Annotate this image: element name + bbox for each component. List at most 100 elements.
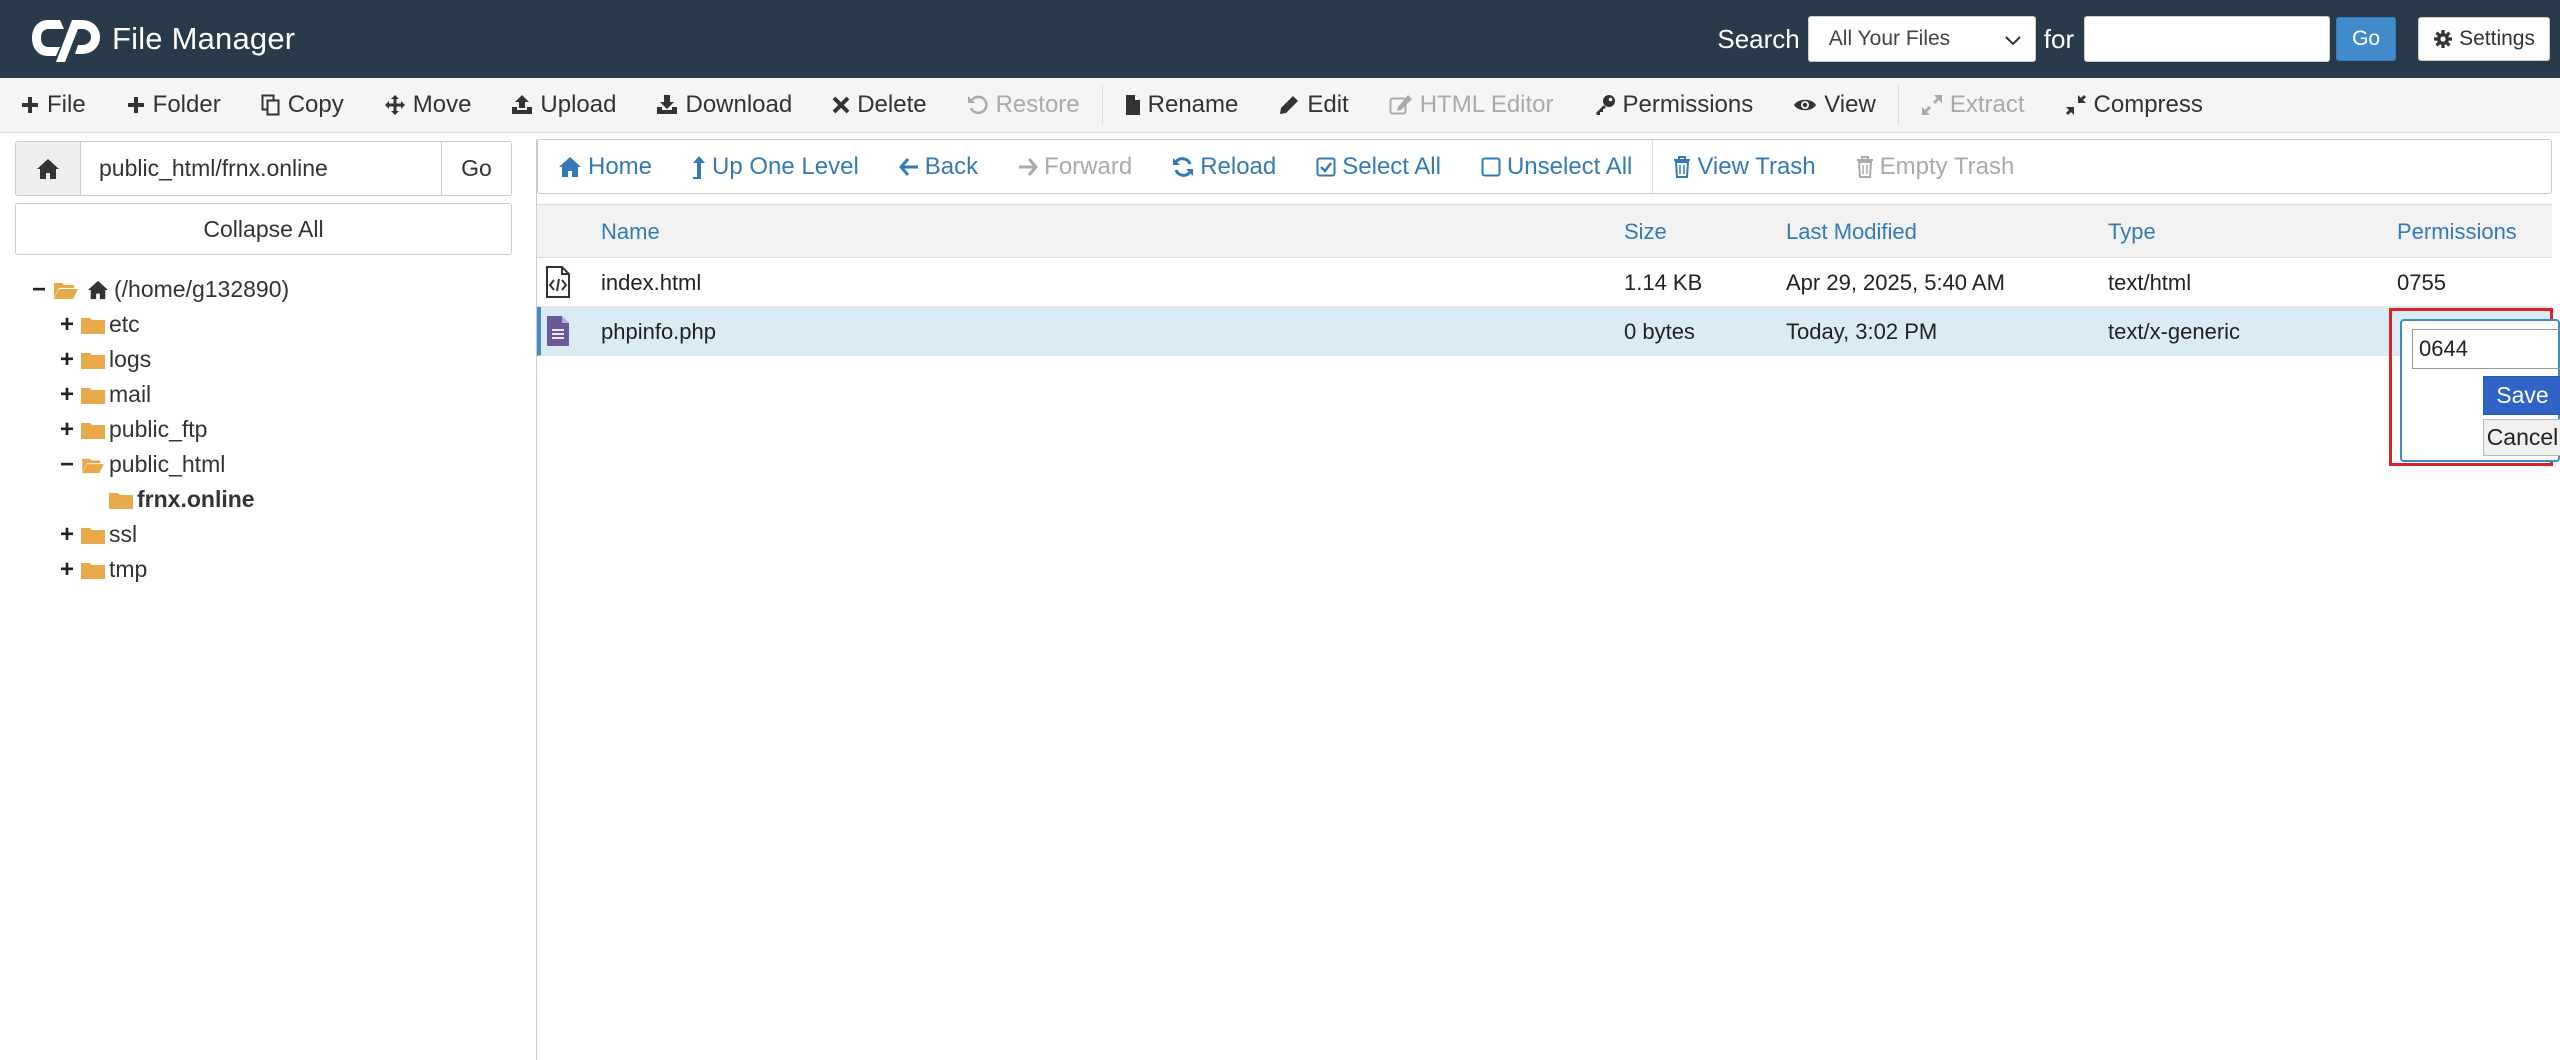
rename-button[interactable]: Rename — [1105, 78, 1259, 133]
collapse-toggle-icon[interactable]: − — [56, 451, 78, 479]
permissions-button[interactable]: Permissions — [1574, 78, 1774, 133]
tree-label-frnx-online[interactable]: frnx.online — [137, 486, 255, 513]
tree-label-mail[interactable]: mail — [109, 381, 151, 408]
permissions-editor: 0644 Save Cancel — [2400, 319, 2560, 462]
new-file-button[interactable]: File — [0, 78, 106, 133]
expand-toggle-icon[interactable]: + — [56, 521, 78, 549]
path-go-button[interactable]: Go — [441, 142, 511, 195]
reload-label: Reload — [1200, 152, 1277, 180]
expand-toggle-icon[interactable]: + — [56, 346, 78, 374]
expand-toggle-icon[interactable]: + — [56, 416, 78, 444]
restore-button[interactable]: Restore — [947, 78, 1100, 133]
file-modified: Today, 3:02 PM — [1786, 318, 1938, 344]
view-trash-button[interactable]: View Trash — [1653, 140, 1835, 193]
html-editor-button[interactable]: HTML Editor — [1369, 78, 1574, 133]
file-name[interactable]: index.html — [601, 258, 701, 307]
new-folder-button[interactable]: Folder — [106, 78, 241, 133]
toolbar-divider — [1101, 85, 1103, 125]
copy-label: Copy — [287, 91, 344, 118]
tree-label-root[interactable]: (/home/g132890) — [114, 276, 289, 303]
empty-trash-button[interactable]: Empty Trash — [1836, 140, 2035, 193]
refresh-icon — [1173, 156, 1194, 177]
tree-label-etc[interactable]: etc — [109, 311, 140, 338]
tree-label-public-ftp[interactable]: public_ftp — [109, 416, 207, 443]
file-type: text/html — [2108, 269, 2192, 295]
permissions-input[interactable]: 0644 — [2412, 329, 2560, 369]
file-icon — [1125, 95, 1140, 115]
column-header-modified[interactable]: Last Modified — [1786, 205, 1917, 259]
table-row[interactable]: phpinfo.php 0 bytes Today, 3:02 PM text/… — [537, 307, 2552, 356]
undo-icon — [967, 95, 988, 115]
collapse-all-button[interactable]: Collapse All — [15, 203, 512, 255]
expand-toggle-icon[interactable]: + — [56, 311, 78, 339]
reload-button[interactable]: Reload — [1152, 140, 1296, 193]
plus-icon — [127, 97, 144, 113]
navigation-bar: Home Up One Level Back Forward Reload Se… — [537, 139, 2552, 194]
home-button[interactable]: Home — [538, 140, 672, 193]
folder-icon — [81, 421, 105, 439]
back-button[interactable]: Back — [879, 140, 998, 193]
tree-item-root[interactable]: − (/home/g132890) — [28, 272, 289, 307]
download-label: Download — [685, 91, 793, 118]
move-button[interactable]: Move — [364, 78, 492, 133]
upload-icon — [512, 95, 533, 114]
tree-item-public-html[interactable]: − public_html — [56, 447, 289, 482]
tree-item-tmp[interactable]: + tmp — [56, 552, 289, 587]
view-trash-label: View Trash — [1697, 152, 1816, 180]
column-header-permissions[interactable]: Permissions — [2397, 205, 2517, 259]
folder-open-icon — [53, 280, 79, 300]
view-button[interactable]: View — [1773, 78, 1896, 133]
column-header-size[interactable]: Size — [1624, 205, 1667, 259]
expand-toggle-icon[interactable]: + — [56, 556, 78, 584]
tree-item-etc[interactable]: + etc — [56, 307, 289, 342]
search-go-button[interactable]: Go — [2336, 17, 2397, 61]
unselect-all-button[interactable]: Unselect All — [1461, 140, 1652, 193]
column-header-name[interactable]: Name — [601, 205, 660, 259]
save-button[interactable]: Save — [2483, 376, 2560, 415]
up-one-level-button[interactable]: Up One Level — [672, 140, 879, 193]
expand-toggle-icon[interactable]: + — [56, 381, 78, 409]
copy-icon — [261, 94, 280, 116]
forward-button[interactable]: Forward — [998, 140, 1152, 193]
edit-button[interactable]: Edit — [1258, 78, 1368, 133]
tree-item-frnx-online[interactable]: frnx.online — [106, 482, 289, 517]
tree-label-public-html[interactable]: public_html — [109, 451, 225, 478]
upload-button[interactable]: Upload — [491, 78, 636, 133]
column-header-type[interactable]: Type — [2108, 205, 2156, 259]
path-home-button[interactable] — [16, 142, 81, 195]
tree-item-logs[interactable]: + logs — [56, 342, 289, 377]
search-input[interactable] — [2084, 16, 2331, 62]
plus-icon — [22, 97, 38, 113]
table-row[interactable]: index.html 1.14 KB Apr 29, 2025, 5:40 AM… — [537, 258, 2552, 307]
cancel-button[interactable]: Cancel — [2483, 419, 2560, 456]
path-input[interactable]: public_html/frnx.online — [81, 142, 441, 195]
tree-label-tmp[interactable]: tmp — [109, 556, 147, 583]
brand: File Manager — [30, 14, 295, 64]
cpanel-logo-icon — [30, 14, 104, 64]
checkbox-empty-icon — [1481, 157, 1501, 176]
search-scope-select[interactable]: All Your Files — [1807, 16, 2036, 62]
select-all-button[interactable]: Select All — [1296, 140, 1461, 193]
delete-button[interactable]: Delete — [812, 78, 946, 133]
tree-item-public-ftp[interactable]: + public_ftp — [56, 412, 289, 447]
settings-button[interactable]: Settings — [2418, 17, 2550, 61]
copy-button[interactable]: Copy — [241, 78, 364, 133]
table-header: Name Size Last Modified Type Permissions — [537, 204, 2552, 258]
file-permissions[interactable]: 0755 — [2397, 258, 2446, 307]
compress-button[interactable]: Compress — [2045, 78, 2223, 133]
settings-label: Settings — [2459, 27, 2535, 50]
collapse-toggle-icon[interactable]: − — [28, 276, 50, 304]
folder-icon — [81, 526, 105, 544]
tree-item-ssl[interactable]: + ssl — [56, 517, 289, 552]
download-button[interactable]: Download — [636, 78, 812, 133]
tree-label-logs[interactable]: logs — [109, 346, 151, 373]
tree-label-ssl[interactable]: ssl — [109, 521, 137, 548]
toolbar-divider — [1897, 85, 1899, 125]
file-name[interactable]: phpinfo.php — [601, 307, 716, 356]
new-file-label: File — [47, 91, 86, 118]
delete-label: Delete — [857, 91, 927, 118]
tree-item-mail[interactable]: + mail — [56, 377, 289, 412]
new-folder-label: Folder — [152, 91, 221, 118]
folder-icon — [81, 351, 105, 369]
extract-button[interactable]: Extract — [1901, 78, 2045, 133]
